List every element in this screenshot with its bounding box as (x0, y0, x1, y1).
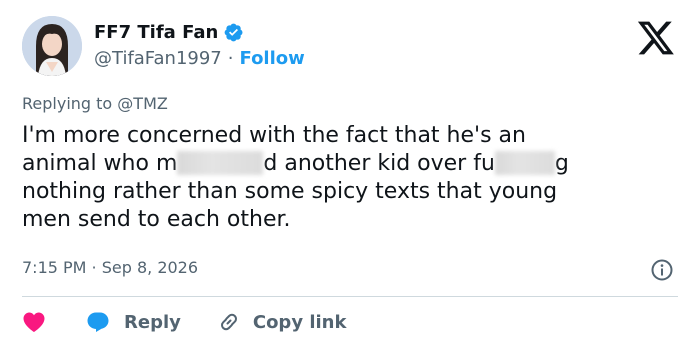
link-icon (220, 313, 237, 331)
like-button[interactable] (22, 311, 46, 333)
reply-label: Reply (124, 311, 181, 333)
censor-blur (494, 150, 555, 175)
reply-bubble-icon (87, 312, 109, 332)
copy-link-button[interactable]: Copy link (217, 310, 347, 334)
tweet-text: I'm more concerned with the fact that he… (22, 122, 682, 234)
heart-icon (23, 312, 45, 332)
follow-button[interactable]: Follow (240, 48, 305, 69)
replying-to-mention[interactable]: @TMZ (117, 94, 168, 113)
tweet-line: men send to each other. (22, 207, 291, 232)
reply-button[interactable]: Reply (86, 311, 181, 333)
tweet-fragment: g (554, 151, 569, 176)
divider (22, 296, 678, 297)
tweet-fragment: d another kid over fu (263, 151, 495, 176)
tweet-line: I'm more concerned with the fact that he… (22, 123, 526, 148)
avatar[interactable] (22, 16, 82, 76)
separator-dot: · (227, 48, 234, 69)
tweet-line: animal who m d another kid over fu g (22, 150, 682, 178)
x-logo-icon[interactable] (636, 20, 676, 56)
handle[interactable]: @TifaFan1997 (94, 48, 222, 69)
timestamp[interactable]: 7:15 PM · Sep 8, 2026 (22, 258, 198, 277)
tweet-line: nothing rather than some spicy texts tha… (22, 179, 558, 204)
action-bar: Reply Copy link (22, 307, 382, 337)
tweet-fragment: animal who m (22, 151, 178, 176)
copy-link-label: Copy link (252, 311, 347, 333)
verified-badge-icon (223, 22, 244, 43)
avatar-image (22, 16, 82, 76)
replying-to: Replying to @TMZ (22, 94, 168, 113)
info-icon[interactable] (650, 258, 674, 282)
replying-to-prefix: Replying to (22, 94, 113, 113)
display-name[interactable]: FF7 Tifa Fan (94, 22, 218, 43)
censor-blur (177, 150, 264, 175)
author-header: FF7 Tifa Fan @TifaFan1997 · Follow (94, 20, 305, 70)
